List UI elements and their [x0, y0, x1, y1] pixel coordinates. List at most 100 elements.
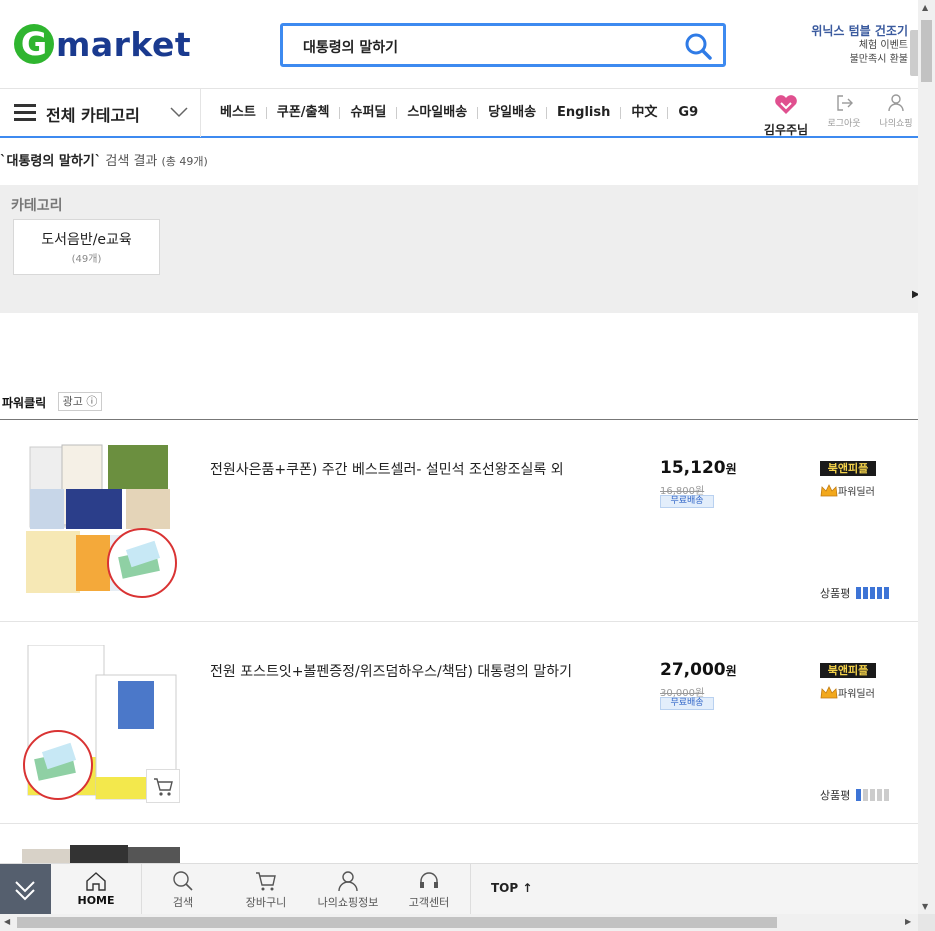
- scroll-left-arrow-icon[interactable]: ◀: [4, 917, 10, 926]
- search-query: `대통령의 말하기`: [0, 154, 102, 169]
- toolbar-divider: [470, 864, 471, 914]
- scroll-down-arrow-icon[interactable]: ▼: [922, 902, 928, 911]
- product-price: 27,000원: [660, 660, 737, 680]
- rating-segment: [863, 789, 869, 801]
- add-to-cart-button[interactable]: [146, 769, 180, 803]
- user-name-button[interactable]: 김우주님: [758, 95, 814, 138]
- vertical-scrollbar[interactable]: [918, 0, 935, 914]
- search-button[interactable]: [683, 31, 713, 61]
- crown-icon: [820, 483, 838, 496]
- search-tab-label: 검색: [172, 896, 194, 909]
- search-icon: [173, 871, 193, 891]
- scrollbar-corner: [918, 914, 935, 931]
- bottom-toolbar: HOME 검색 장바구니 나의쇼핑정보 고객센터 TOP ↑: [0, 863, 918, 914]
- home-button[interactable]: HOME: [51, 864, 141, 914]
- rating-segment: [884, 789, 890, 801]
- product-item[interactable]: 전원 포스트잇+볼펜증정/위즈덤하우스/책담) 대통령의 말하기 27,000원…: [0, 623, 918, 824]
- promo-product-image[interactable]: [910, 30, 918, 76]
- cart-icon: [154, 778, 173, 796]
- ad-info-badge[interactable]: 광고 ⓘ: [58, 392, 102, 411]
- product-price: 15,120원: [660, 458, 737, 478]
- category-item[interactable]: 도서음반/e교육 (49개): [13, 219, 160, 275]
- my-user-icon: [338, 871, 358, 892]
- collapse-toolbar-button[interactable]: [0, 864, 51, 914]
- rating-segment: [884, 587, 890, 599]
- nav-item-smile-delivery[interactable]: 스마일배송: [397, 103, 477, 123]
- rating-segment: [870, 789, 876, 801]
- all-categories-label: 전체 카테고리: [46, 106, 140, 125]
- crown-icon: [820, 685, 838, 698]
- hamburger-icon: [14, 104, 36, 122]
- horizontal-scroll-thumb[interactable]: [17, 917, 777, 928]
- power-dealer-badge: 파워딜러: [820, 685, 875, 700]
- page: G market 위닉스 텀블 건조기 체험 이벤트 불만족시 환불 전체 카테…: [0, 0, 918, 914]
- promo-title: 위닉스 텀블 건조기: [811, 24, 908, 38]
- logo-text: market: [56, 24, 192, 64]
- price-value: 27,000: [660, 660, 726, 680]
- my-info-tab-label: 나의쇼핑정보: [317, 896, 379, 909]
- rating-segment: [856, 789, 862, 801]
- rating-segment: [863, 587, 869, 599]
- search-tab-button[interactable]: 검색: [138, 864, 228, 914]
- product-thumbnail[interactable]: [22, 443, 180, 601]
- product-item[interactable]: 전원사은품+쿠폰) 주간 베스트셀러- 설민석 조선왕조실록 외 15,120원…: [0, 421, 918, 622]
- logout-label: 로그아웃: [827, 119, 861, 129]
- product-title[interactable]: 전원사은품+쿠폰) 주간 베스트셀러- 설민석 조선왕조실록 외: [210, 459, 590, 479]
- result-label: 검색 결과: [105, 154, 158, 169]
- search-input[interactable]: [301, 33, 685, 61]
- vertical-scroll-thumb[interactable]: [921, 20, 932, 82]
- section-divider: [0, 419, 918, 420]
- support-tab-label: 고객센터: [408, 896, 450, 909]
- my-info-tab-button[interactable]: 나의쇼핑정보: [303, 864, 393, 914]
- nav-item-coupon[interactable]: 쿠폰/출첵: [267, 103, 340, 123]
- category-filter-section: 카테고리 도서음반/e교육 (49개) ▶: [0, 185, 918, 313]
- logo-letter: G: [14, 24, 54, 64]
- gmarket-logo[interactable]: G market: [14, 22, 191, 66]
- product-item[interactable]: [0, 825, 918, 865]
- nav-menu: 베스트 쿠폰/출첵 슈퍼딜 스마일배송 당일배송 English 中文 G9: [210, 103, 708, 123]
- power-dealer-label: 파워딜러: [838, 487, 875, 498]
- user-icon: [888, 94, 904, 112]
- product-title[interactable]: 전원 포스트잇+볼펜증정/위즈덤하우스/책담) 대통령의 말하기: [210, 661, 590, 681]
- category-name: 도서음반/e교육: [41, 232, 132, 248]
- nav-item-superdeal[interactable]: 슈퍼딜: [340, 103, 396, 123]
- rating-segment: [870, 587, 876, 599]
- cart-tab-button[interactable]: 장바구니: [221, 864, 311, 914]
- nav-item-g9[interactable]: G9: [668, 103, 708, 123]
- headset-icon: [420, 872, 438, 888]
- cart-tab-label: 장바구니: [245, 896, 287, 909]
- chevron-down-icon: [170, 107, 188, 118]
- promo-line-2: 불만족시 환불: [849, 54, 908, 65]
- logout-icon: [837, 95, 853, 111]
- review-rating[interactable]: 상품평: [820, 585, 891, 601]
- my-shopping-button[interactable]: 나의쇼핑: [874, 93, 918, 129]
- search-icon: [685, 33, 712, 60]
- rating-bars: [856, 587, 891, 599]
- header: G market 위닉스 텀블 건조기 체험 이벤트 불만족시 환불: [0, 0, 918, 88]
- review-rating[interactable]: 상품평: [820, 787, 891, 803]
- review-label: 상품평: [820, 587, 851, 600]
- seller-name[interactable]: 북앤피플: [820, 461, 876, 476]
- all-categories-button[interactable]: 전체 카테고리: [0, 89, 201, 137]
- scroll-up-arrow-icon[interactable]: ▲: [922, 3, 928, 12]
- my-shopping-label: 나의쇼핑: [879, 119, 913, 129]
- category-title: 카테고리: [11, 198, 63, 214]
- scroll-right-arrow-icon[interactable]: ▶: [905, 917, 911, 926]
- support-tab-button[interactable]: 고객센터: [384, 864, 474, 914]
- price-unit: 원: [725, 462, 737, 476]
- rating-segment: [877, 587, 883, 599]
- rating-bars: [856, 789, 891, 801]
- free-shipping-badge: 무료배송: [660, 697, 714, 710]
- seller-name[interactable]: 북앤피플: [820, 663, 876, 678]
- nav-item-best[interactable]: 베스트: [210, 103, 266, 123]
- scroll-top-button[interactable]: TOP ↑: [491, 881, 532, 895]
- free-shipping-badge: 무료배송: [660, 495, 714, 508]
- logout-button[interactable]: 로그아웃: [822, 93, 866, 129]
- nav-item-english[interactable]: English: [547, 103, 620, 123]
- home-icon: [86, 872, 106, 891]
- product-thumbnail[interactable]: [22, 845, 180, 865]
- nav-item-sameday-delivery[interactable]: 당일배송: [478, 103, 546, 123]
- heart-badge-icon: [775, 95, 797, 114]
- promo-banner[interactable]: 위닉스 텀블 건조기 체험 이벤트 불만족시 환불: [790, 22, 908, 67]
- nav-item-chinese[interactable]: 中文: [621, 103, 667, 123]
